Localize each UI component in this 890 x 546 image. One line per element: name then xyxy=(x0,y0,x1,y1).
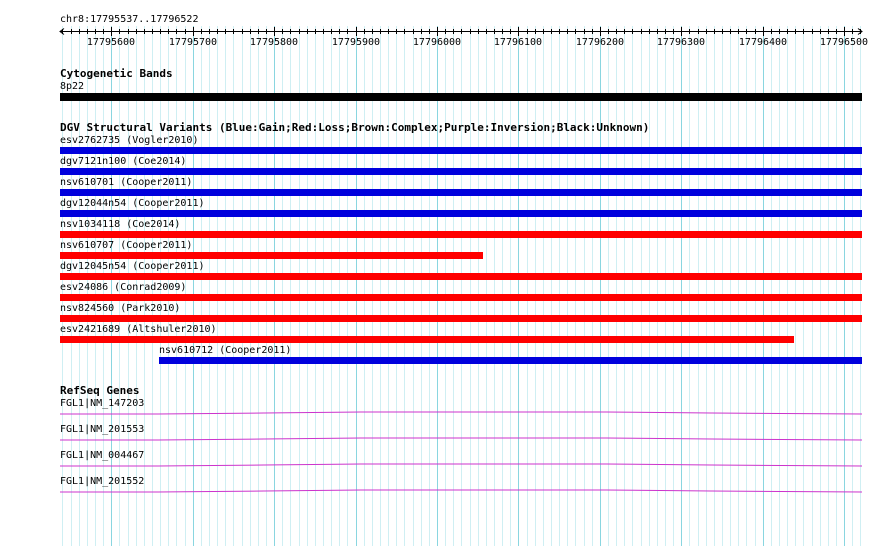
gene-model-line[interactable] xyxy=(60,411,863,415)
gene-model-line[interactable] xyxy=(60,489,863,493)
gene-model-line[interactable] xyxy=(60,463,863,467)
gene-models xyxy=(60,411,863,493)
gene-model-line[interactable] xyxy=(60,437,863,441)
